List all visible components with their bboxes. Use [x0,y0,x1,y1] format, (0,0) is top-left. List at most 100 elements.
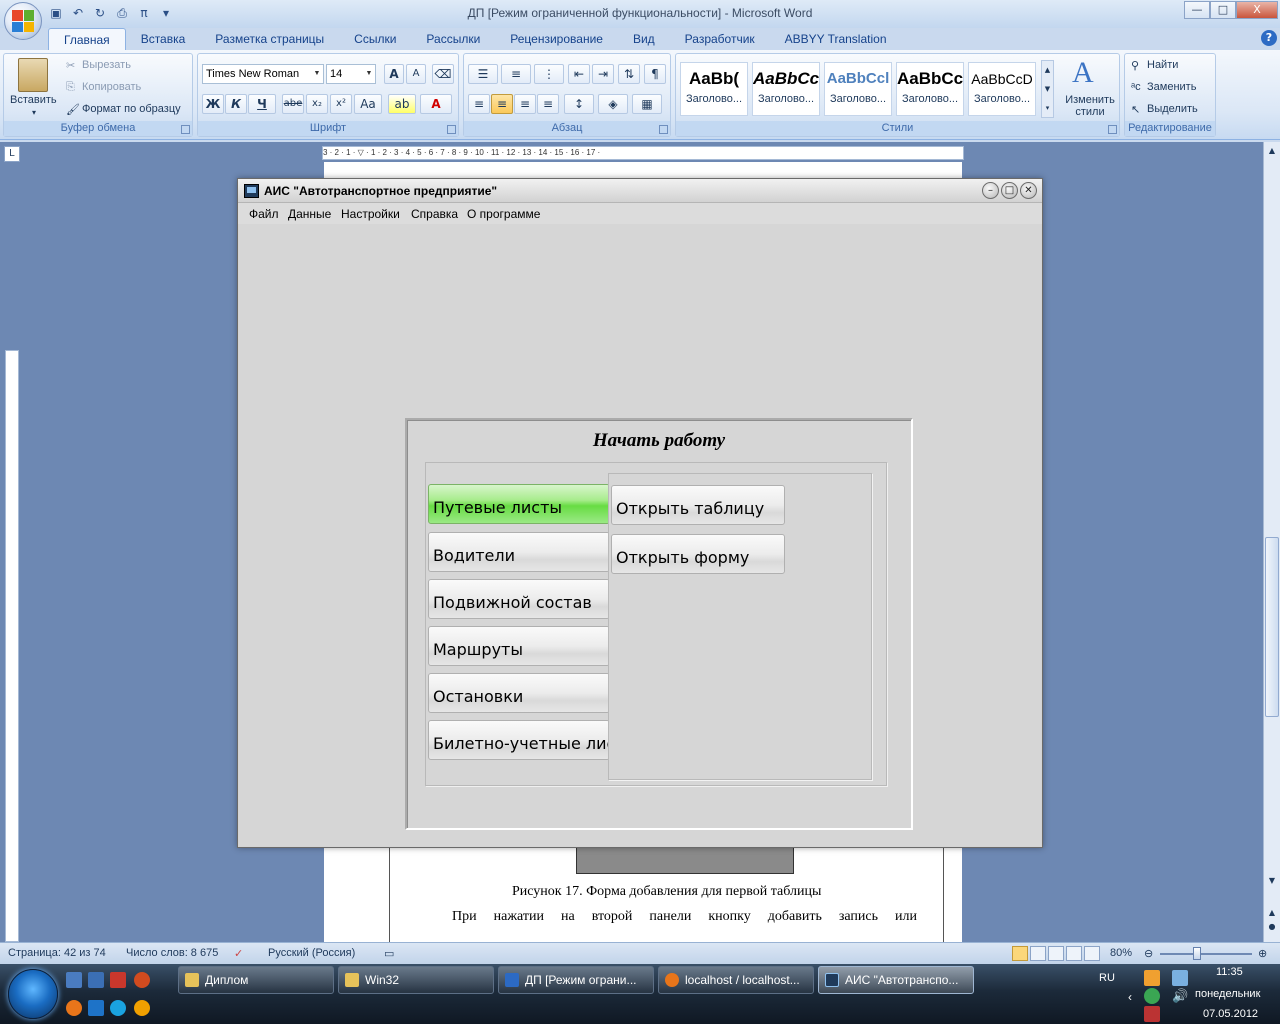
maximize-button[interactable]: □ [1210,1,1236,19]
font-family-combo[interactable]: Times New Roman ▼ [202,64,324,84]
minimize-button[interactable]: — [1184,1,1210,19]
menu-about[interactable]: О программе [467,207,540,221]
print-layout-icon[interactable] [1012,946,1028,961]
replace-button[interactable]: Заменить [1147,81,1196,93]
bold-button[interactable]: Ж [202,94,224,114]
style-tile[interactable]: AaBb( Заголово... [680,62,748,116]
tab-references[interactable]: Ссылки [339,28,411,50]
app-close-icon[interactable]: ✕ [1020,182,1037,199]
open-form-button[interactable]: Открыть форму [611,534,785,574]
bullets-icon[interactable]: ☰ [468,64,498,84]
vertical-scrollbar[interactable]: ▲ ▼ ▲ ● [1263,142,1280,942]
shading-icon[interactable]: ◈ [598,94,628,114]
grow-font-button[interactable]: A [384,64,404,84]
app-orange-icon[interactable] [134,972,150,988]
page-count[interactable]: Страница: 42 из 74 [8,947,106,959]
sort-icon[interactable]: ⇅ [618,64,640,84]
task-diplom[interactable]: Диплом [178,966,334,994]
menu-help[interactable]: Справка [411,207,458,221]
word-count[interactable]: Число слов: 8 675 [126,947,218,959]
tab-home[interactable]: Главная [48,28,126,50]
tab-review[interactable]: Рецензирование [495,28,618,50]
styles-scroll-icon[interactable]: ▲ ▼ ▾ [1041,60,1054,118]
clock-date[interactable]: 07.05.2012 [1203,1008,1258,1020]
clock-time[interactable]: 11:35 [1216,966,1243,978]
align-left-icon[interactable]: ≡ [468,94,490,114]
paste-icon[interactable] [18,58,48,92]
borders-icon[interactable]: ▦ [632,94,662,114]
copy-button[interactable]: Копировать [82,81,141,93]
scroll-down-icon[interactable]: ▼ [1265,874,1279,888]
tab-page-layout[interactable]: Разметка страницы [200,28,339,50]
task-ais[interactable]: АИС "Автотранспо... [818,966,974,994]
nav-button-routes[interactable]: Маршруты [428,626,610,666]
strikethrough-button[interactable]: abe [282,94,304,114]
app-maximize-icon[interactable]: □ [1001,182,1018,199]
nav-button-rolling-stock[interactable]: Подвижной состав [428,579,610,619]
format-painter-button[interactable]: Формат по образцу [82,103,181,115]
font-size-combo[interactable]: 14 ▼ [326,64,376,84]
task-localhost[interactable]: localhost / localhost... [658,966,814,994]
scroll-up-icon[interactable]: ▲ [1265,144,1279,158]
open-table-button[interactable]: Открыть таблицу [611,485,785,525]
tab-developer[interactable]: Разработчик [670,28,770,50]
draft-icon[interactable] [1084,946,1100,961]
tab-view[interactable]: Вид [618,28,670,50]
tab-abbyy[interactable]: ABBYY Translation [770,28,902,50]
style-tile[interactable]: AaBbCcD Заголово... [968,62,1036,116]
decrease-indent-icon[interactable]: ⇤ [568,64,590,84]
browse-object-icon[interactable]: ● [1265,920,1279,934]
firefox-icon[interactable] [66,1000,82,1016]
menu-file[interactable]: Файл [249,207,279,221]
tray-flag-icon[interactable] [1144,970,1160,986]
web-layout-icon[interactable] [1048,946,1064,961]
horizontal-ruler[interactable]: 3 · 2 · 1 · ▽ · 1 · 2 · 3 · 4 · 5 · 6 · … [322,146,964,160]
tab-mailings[interactable]: Рассылки [411,28,495,50]
task-win32[interactable]: Win32 [338,966,494,994]
increase-indent-icon[interactable]: ⇥ [592,64,614,84]
word-icon[interactable] [88,1000,104,1016]
change-styles-button[interactable]: Изменить стили [1060,94,1120,118]
language-indicator[interactable]: RU [1099,972,1115,984]
help-icon[interactable]: ? [1261,30,1277,46]
volume-icon[interactable]: 🔊 [1172,988,1188,1004]
nav-button-drivers[interactable]: Водители [428,532,610,572]
tab-insert[interactable]: Вставка [126,28,201,50]
font-launcher-icon[interactable] [447,125,456,134]
macro-icon[interactable]: ▭ [384,947,394,960]
superscript-button[interactable]: x² [330,94,352,114]
outline-icon[interactable] [1066,946,1082,961]
task-word[interactable]: ДП [Режим ограни... [498,966,654,994]
vertical-ruler[interactable] [5,350,19,942]
clipboard-launcher-icon[interactable] [181,125,190,134]
nav-button-waybills[interactable]: Путевые листы [428,484,610,524]
spelling-icon[interactable]: ✓ [234,947,243,960]
skype-icon[interactable] [110,1000,126,1016]
numbering-icon[interactable]: ≡ [501,64,531,84]
tab-selector[interactable]: L [4,146,20,162]
prev-page-icon[interactable]: ▲ [1265,906,1279,920]
style-tile[interactable]: AaBbCc Заголово... [896,62,964,116]
align-center-icon[interactable]: ≡ [491,94,513,114]
cut-button[interactable]: Вырезать [82,59,131,71]
full-screen-reading-icon[interactable] [1030,946,1046,961]
clear-formatting-icon[interactable]: ⌫ [432,64,454,84]
highlight-icon[interactable]: ab [388,94,416,114]
subscript-button[interactable]: x₂ [306,94,328,114]
app-red-icon[interactable] [110,972,126,988]
paste-button[interactable]: Вставить [10,94,57,106]
zoom-in-icon[interactable]: ⊕ [1258,947,1267,960]
language-status[interactable]: Русский (Россия) [268,947,355,959]
nav-button-stops[interactable]: Остановки [428,673,610,713]
app-minimize-icon[interactable]: – [982,182,999,199]
zoom-out-icon[interactable]: ⊖ [1144,947,1153,960]
align-right-icon[interactable]: ≡ [514,94,536,114]
justify-icon[interactable]: ≡ [537,94,559,114]
menu-data[interactable]: Данные [288,207,331,221]
paragraph-launcher-icon[interactable] [659,125,668,134]
font-color-button[interactable]: A [420,94,452,114]
paste-dropdown-icon[interactable]: ▾ [32,108,36,117]
monitor-icon[interactable] [88,972,104,988]
office-button[interactable] [4,2,42,40]
multilevel-list-icon[interactable]: ⋮ [534,64,564,84]
